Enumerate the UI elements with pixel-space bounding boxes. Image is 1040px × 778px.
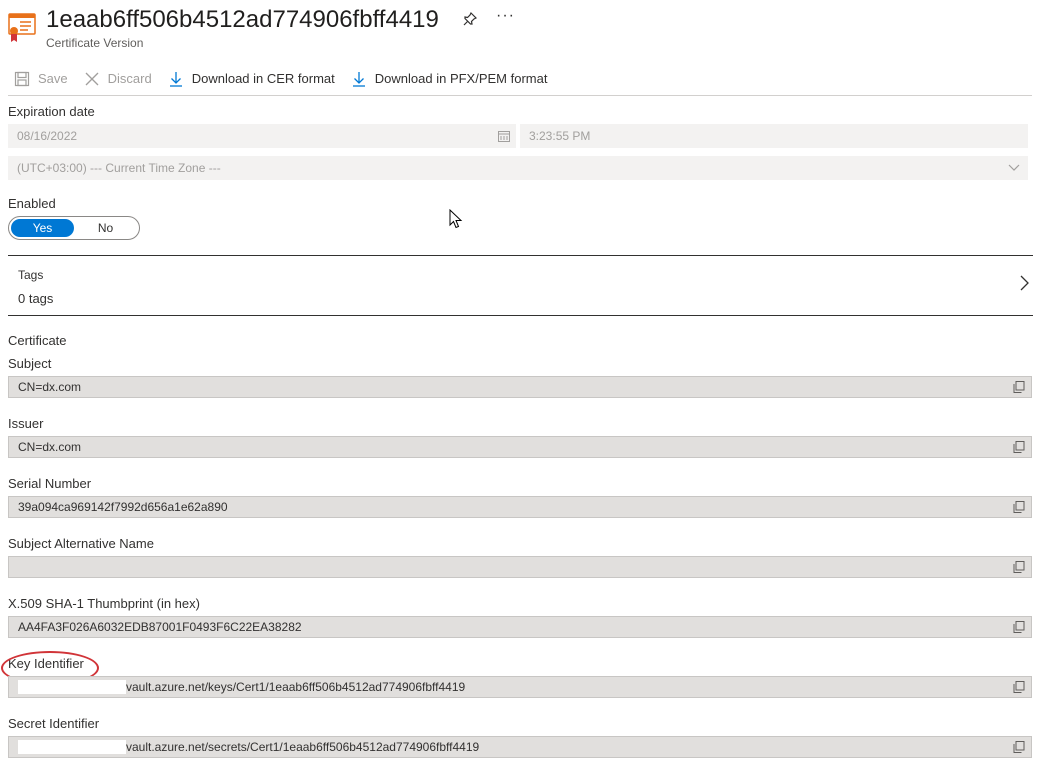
pin-icon[interactable] — [463, 12, 477, 26]
key-identifier-field[interactable]: vault.azure.net/keys/Cert1/1eaab6ff506b4… — [8, 676, 1032, 698]
secret-identifier-label: Secret Identifier — [8, 716, 100, 731]
calendar-icon[interactable] — [498, 130, 510, 142]
discard-icon — [85, 72, 99, 85]
discard-button[interactable]: Discard — [78, 64, 162, 94]
thumbprint-value: AA4FA3F026A6032EDB87001F0493F6C22EA38282 — [18, 620, 302, 634]
page-header: 1eaab6ff506b4512ad774906fbff4419 ··· Cer… — [8, 4, 1038, 56]
chevron-right-icon — [1020, 275, 1029, 291]
thumbprint-field[interactable]: AA4FA3F026A6032EDB87001F0493F6C22EA38282 — [8, 616, 1032, 638]
certificate-icon — [8, 13, 36, 42]
copy-icon[interactable] — [1013, 621, 1025, 633]
page-subtitle: Certificate Version — [46, 36, 144, 50]
certificate-section-label: Certificate — [8, 333, 67, 348]
secret-identifier-field[interactable]: vault.azure.net/secrets/Cert1/1eaab6ff50… — [8, 736, 1032, 758]
serial-number-field[interactable]: 39a094ca969142f7992d656a1e62a890 — [8, 496, 1032, 518]
chevron-down-icon — [1008, 164, 1020, 171]
subject-field[interactable]: CN=dx.com — [8, 376, 1032, 398]
expiration-date-value: 08/16/2022 — [17, 129, 78, 143]
issuer-value: CN=dx.com — [18, 440, 82, 454]
copy-icon[interactable] — [1013, 501, 1025, 513]
download-cer-label: Download in CER format — [191, 71, 335, 86]
redaction-block — [18, 740, 126, 754]
timezone-value: (UTC+03:00) --- Current Time Zone --- — [17, 161, 221, 175]
expiration-time-input[interactable]: 3:23:55 PM — [520, 124, 1028, 148]
redaction-block — [18, 680, 126, 694]
copy-icon[interactable] — [1013, 441, 1025, 453]
serial-number-value: 39a094ca969142f7992d656a1e62a890 — [18, 500, 228, 514]
download-pfx-label: Download in PFX/PEM format — [374, 71, 548, 86]
enabled-label: Enabled — [8, 196, 56, 211]
san-label: Subject Alternative Name — [8, 536, 154, 551]
enabled-toggle: Yes No — [8, 216, 140, 240]
save-icon — [14, 71, 30, 86]
download-pfx-button[interactable]: Download in PFX/PEM format — [345, 64, 558, 94]
serial-number-label: Serial Number — [8, 476, 92, 491]
expiration-date-label: Expiration date — [8, 104, 95, 119]
tags-value: 0 tags — [18, 291, 54, 306]
save-button[interactable]: Save — [8, 64, 78, 94]
subject-label: Subject — [8, 356, 52, 371]
tags-label: Tags — [18, 268, 44, 282]
thumbprint-label: X.509 SHA-1 Thumbprint (in hex) — [8, 596, 200, 611]
page-title: 1eaab6ff506b4512ad774906fbff4419 — [46, 6, 439, 33]
secret-identifier-value: vault.azure.net/secrets/Cert1/1eaab6ff50… — [126, 740, 480, 754]
more-icon[interactable]: ··· — [496, 7, 515, 25]
copy-icon[interactable] — [1013, 561, 1025, 573]
download-icon — [169, 71, 182, 87]
command-bar: Save Discard Download in CER format Down… — [8, 62, 1032, 96]
subject-value: CN=dx.com — [18, 380, 82, 394]
timezone-dropdown[interactable]: (UTC+03:00) --- Current Time Zone --- — [8, 156, 1028, 180]
issuer-label: Issuer — [8, 416, 44, 431]
enabled-yes-option[interactable]: Yes — [11, 219, 74, 237]
key-identifier-value: vault.azure.net/keys/Cert1/1eaab6ff506b4… — [126, 680, 466, 694]
save-label: Save — [38, 71, 68, 86]
copy-icon[interactable] — [1013, 681, 1025, 693]
expiration-date-input[interactable]: 08/16/2022 — [8, 124, 516, 148]
discard-label: Discard — [107, 71, 152, 86]
tags-row[interactable]: Tags 0 tags — [8, 255, 1033, 316]
copy-icon[interactable] — [1013, 741, 1025, 753]
mouse-cursor-icon — [449, 209, 463, 229]
san-field[interactable] — [8, 556, 1032, 578]
issuer-field[interactable]: CN=dx.com — [8, 436, 1032, 458]
expiration-time-value: 3:23:55 PM — [529, 129, 591, 143]
enabled-no-option[interactable]: No — [74, 219, 137, 237]
download-icon — [352, 71, 365, 87]
download-cer-button[interactable]: Download in CER format — [162, 64, 345, 94]
copy-icon[interactable] — [1013, 381, 1025, 393]
